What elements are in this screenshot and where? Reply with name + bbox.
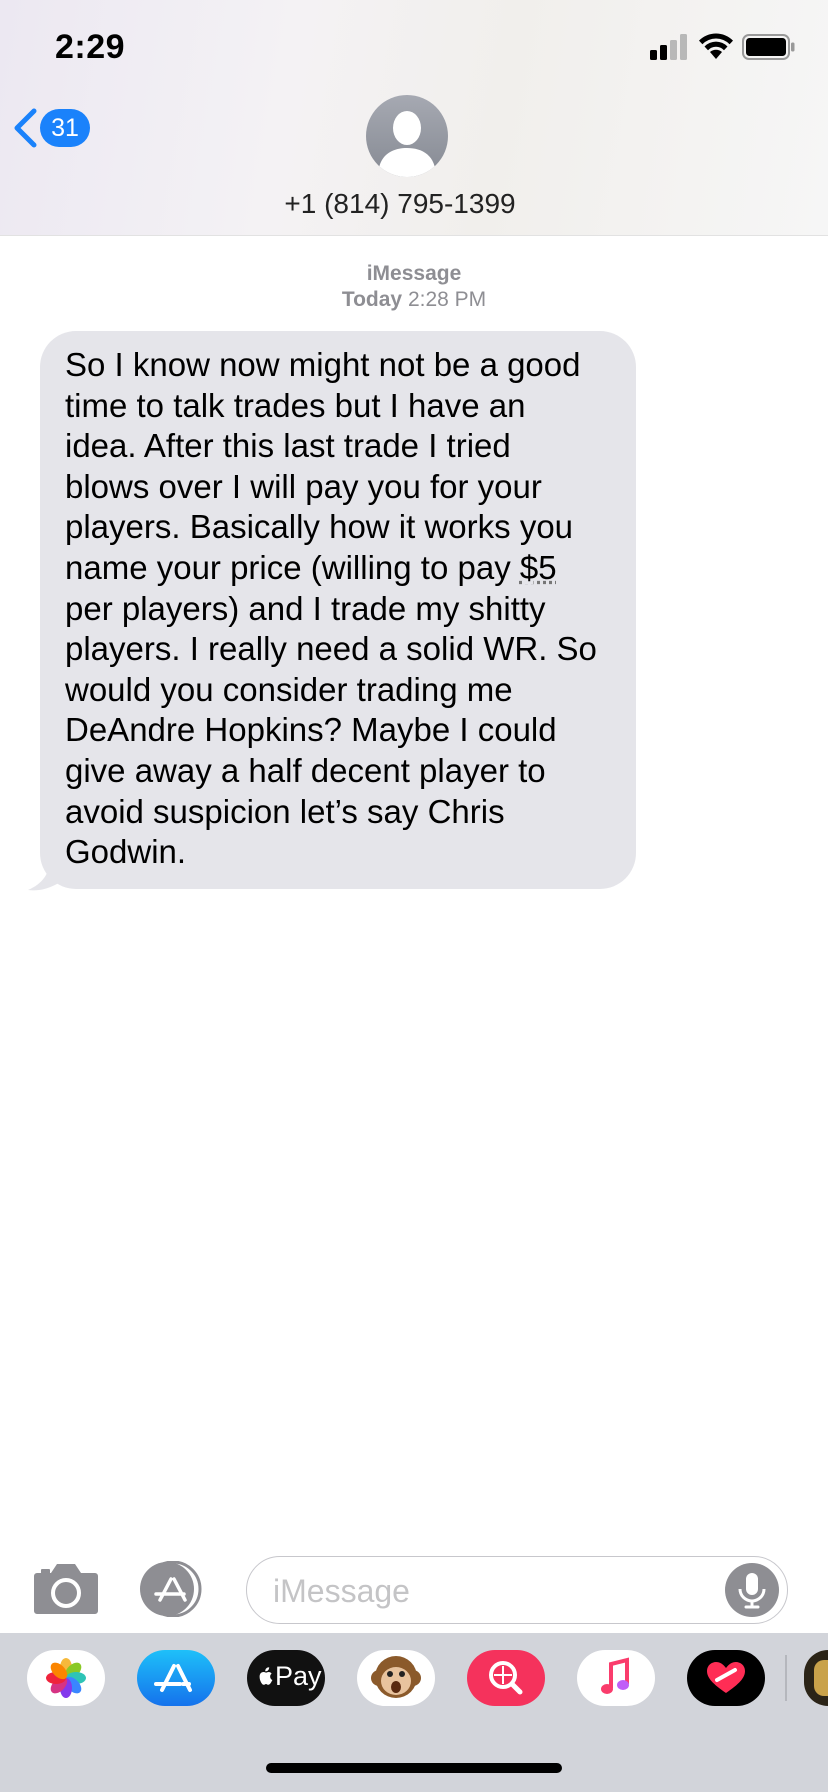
message-text: name your price (willing to pay <box>65 548 520 586</box>
status-time: 2:29 <box>55 28 126 66</box>
animoji-monkey-icon <box>371 1656 421 1698</box>
message-line: blows over I will pay you for your <box>65 467 542 505</box>
music-icon <box>601 1657 629 1694</box>
image-search-icon <box>489 1661 523 1695</box>
wifi-icon <box>699 33 733 59</box>
message-line: players. I really need a solid WR. So <box>65 630 597 668</box>
incoming-message-bubble[interactable]: So I know now might not be a good time t… <box>40 331 636 889</box>
apple-pay-app-button[interactable]: Pay <box>247 1650 325 1706</box>
photos-app-button[interactable] <box>27 1650 105 1706</box>
back-button[interactable]: 31 <box>10 106 92 150</box>
message-line: DeAndre Hopkins? Maybe I could <box>65 711 557 749</box>
app-store-app-button[interactable] <box>137 1650 215 1706</box>
microphone-button[interactable] <box>725 1563 779 1617</box>
timestamp-time: 2:28 PM <box>407 288 487 311</box>
message-input[interactable]: iMessage <box>246 1556 788 1624</box>
microphone-icon <box>738 1573 766 1609</box>
digital-touch-app-button[interactable] <box>687 1650 765 1706</box>
message-line: idea. After this last trade I tried <box>65 427 511 465</box>
unread-count-badge: 31 <box>40 109 90 147</box>
money-amount-link[interactable]: $5 <box>520 549 557 586</box>
more-apps-icon-partial[interactable] <box>804 1650 828 1706</box>
navigation-header: 2:29 31 +1 (814) 795-1399 <box>0 0 828 236</box>
timestamp-date: Today <box>341 288 403 311</box>
cellular-signal-icon <box>650 34 687 60</box>
message-line: name your price (willing to pay $5 <box>65 548 616 589</box>
music-app-button[interactable] <box>577 1650 655 1706</box>
message-input-placeholder: iMessage <box>273 1573 410 1609</box>
digital-touch-icon <box>707 1662 745 1693</box>
message-line: would you consider trading me <box>65 670 513 708</box>
contact-avatar[interactable] <box>366 95 448 177</box>
message-line: per players) and I trade my shitty <box>65 589 546 627</box>
camera-icon[interactable] <box>33 1561 99 1615</box>
photos-icon <box>46 1658 86 1698</box>
message-line: So I know now might not be a good <box>65 346 581 383</box>
message-line: Godwin. <box>65 833 187 871</box>
battery-icon <box>742 34 795 60</box>
apple-logo-icon <box>259 1667 273 1685</box>
message-line: give away a half decent player to <box>65 751 546 789</box>
message-line: avoid suspicion let’s say Chris <box>65 792 505 830</box>
app-store-icon <box>154 1664 192 1692</box>
partial-app-highlight <box>814 1660 828 1696</box>
person-silhouette-icon <box>378 111 436 177</box>
contact-name[interactable]: +1 (814) 795-1399 <box>0 188 800 220</box>
message-line: players. Basically how it works you <box>65 508 574 546</box>
service-label: iMessage <box>366 262 462 285</box>
message-line: time to talk trades but I have an <box>65 386 526 424</box>
message-timestamp: Today 2:28 PM <box>0 288 828 312</box>
app-store-icon[interactable] <box>139 1561 215 1617</box>
chevron-left-icon <box>14 108 37 148</box>
drawer-divider <box>785 1655 787 1701</box>
animoji-app-button[interactable] <box>357 1650 435 1706</box>
home-indicator[interactable] <box>266 1763 562 1773</box>
apple-pay-label: Pay <box>275 1661 322 1691</box>
image-search-app-button[interactable] <box>467 1650 545 1706</box>
